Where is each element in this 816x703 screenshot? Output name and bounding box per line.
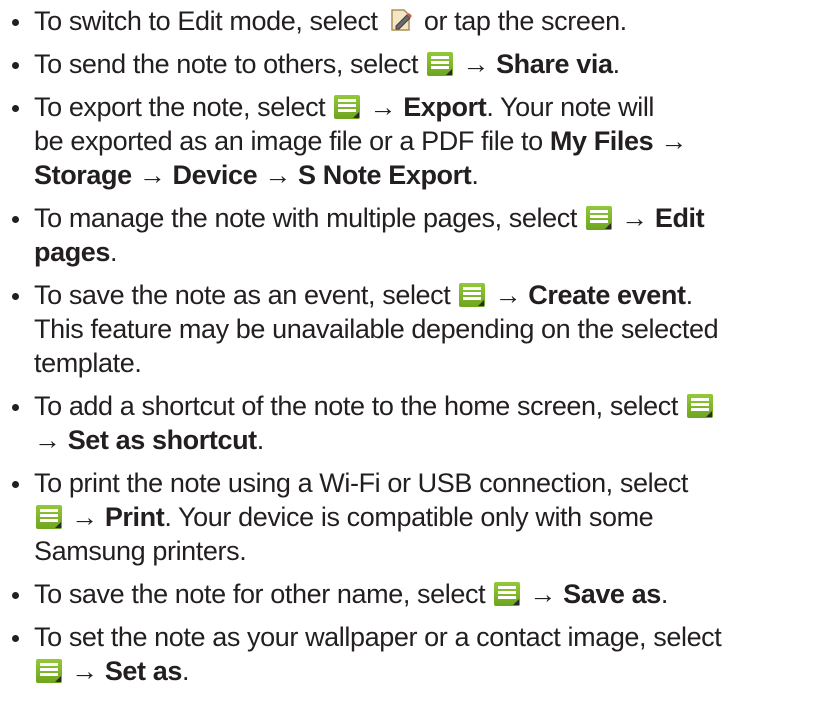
instructions-page: To switch to Edit mode, select or tap th… — [0, 0, 816, 688]
menu-option-print: Print — [104, 502, 165, 532]
menu-option-set-as-shortcut: Set as shortcut — [67, 425, 257, 455]
list-item-set-as: To set the note as your wallpaper or a c… — [0, 620, 816, 688]
path-storage: Storage — [34, 160, 132, 190]
text-line: → Set as. — [34, 654, 816, 688]
bullet-dot — [12, 216, 19, 223]
edit-mode-icon — [391, 9, 412, 31]
menu-option-pages: pages — [34, 237, 111, 267]
menu-icon — [36, 659, 62, 683]
list-item-edit-mode: To switch to Edit mode, select or tap th… — [0, 4, 816, 38]
text-line: → Print. Your device is compatible only … — [34, 500, 816, 534]
list-item-print: To print the note using a Wi-Fi or USB c… — [0, 466, 816, 568]
path-my-files: My Files — [549, 126, 654, 156]
text-line: Storage → Device → S Note Export. — [34, 160, 479, 190]
menu-icon — [459, 283, 486, 307]
text-line: To switch to Edit mode, select or tap th… — [34, 6, 627, 36]
text-line: To save the note as an event, select → C… — [34, 280, 693, 310]
text-line: To print the note using a Wi-Fi or USB c… — [34, 468, 689, 498]
list-item-edit-pages: To manage the note with multiple pages, … — [0, 201, 816, 269]
list-item-shortcut: To add a shortcut of the note to the hom… — [0, 389, 816, 457]
menu-icon — [586, 206, 613, 230]
menu-icon — [427, 52, 454, 76]
text-line: pages. — [34, 237, 118, 267]
bullet-dot — [12, 481, 19, 488]
text-line: To manage the note with multiple pages, … — [34, 203, 705, 233]
text-line: template. — [34, 348, 142, 378]
list-item-save-as: To save the note for other name, select … — [0, 577, 816, 611]
text-line: To set the note as your wallpaper or a c… — [34, 622, 722, 652]
bullet-dot — [12, 19, 19, 26]
bullet-list: To switch to Edit mode, select or tap th… — [0, 4, 816, 688]
menu-icon — [36, 505, 62, 529]
path-device: Device — [172, 160, 258, 190]
menu-option-edit: Edit — [654, 203, 705, 233]
text-line: To export the note, select → Export. You… — [34, 92, 655, 122]
text-line: To save the note for other name, select … — [34, 579, 668, 609]
menu-icon — [494, 582, 521, 606]
bullet-dot — [12, 635, 19, 642]
menu-icon — [334, 95, 361, 119]
bullet-dot — [12, 62, 19, 69]
list-item-create-event: To save the note as an event, select → C… — [0, 278, 816, 380]
text-line: To add a shortcut of the note to the hom… — [34, 389, 816, 423]
menu-option-create-event: Create event — [528, 280, 686, 310]
bullet-dot — [12, 105, 19, 112]
path-s-note-export: S Note Export — [298, 160, 472, 190]
bullet-dot — [12, 404, 19, 411]
menu-option-export: Export — [403, 92, 487, 122]
text-line: be exported as an image file or a PDF fi… — [34, 126, 687, 156]
text-line: This feature may be unavailable dependin… — [34, 314, 719, 344]
text-line: To send the note to others, select → Sha… — [34, 49, 620, 79]
bullet-dot — [12, 293, 19, 300]
menu-icon — [687, 394, 714, 418]
menu-option-save-as: Save as — [563, 579, 661, 609]
list-item-export: To export the note, select → Export. You… — [0, 90, 816, 192]
text-line: → Set as shortcut. — [34, 425, 264, 455]
text-line: Samsung printers. — [34, 536, 247, 566]
menu-option-set-as: Set as — [104, 656, 183, 686]
bullet-dot — [12, 592, 19, 599]
menu-option-share-via: Share via — [496, 49, 613, 79]
list-item-share: To send the note to others, select → Sha… — [0, 47, 816, 81]
